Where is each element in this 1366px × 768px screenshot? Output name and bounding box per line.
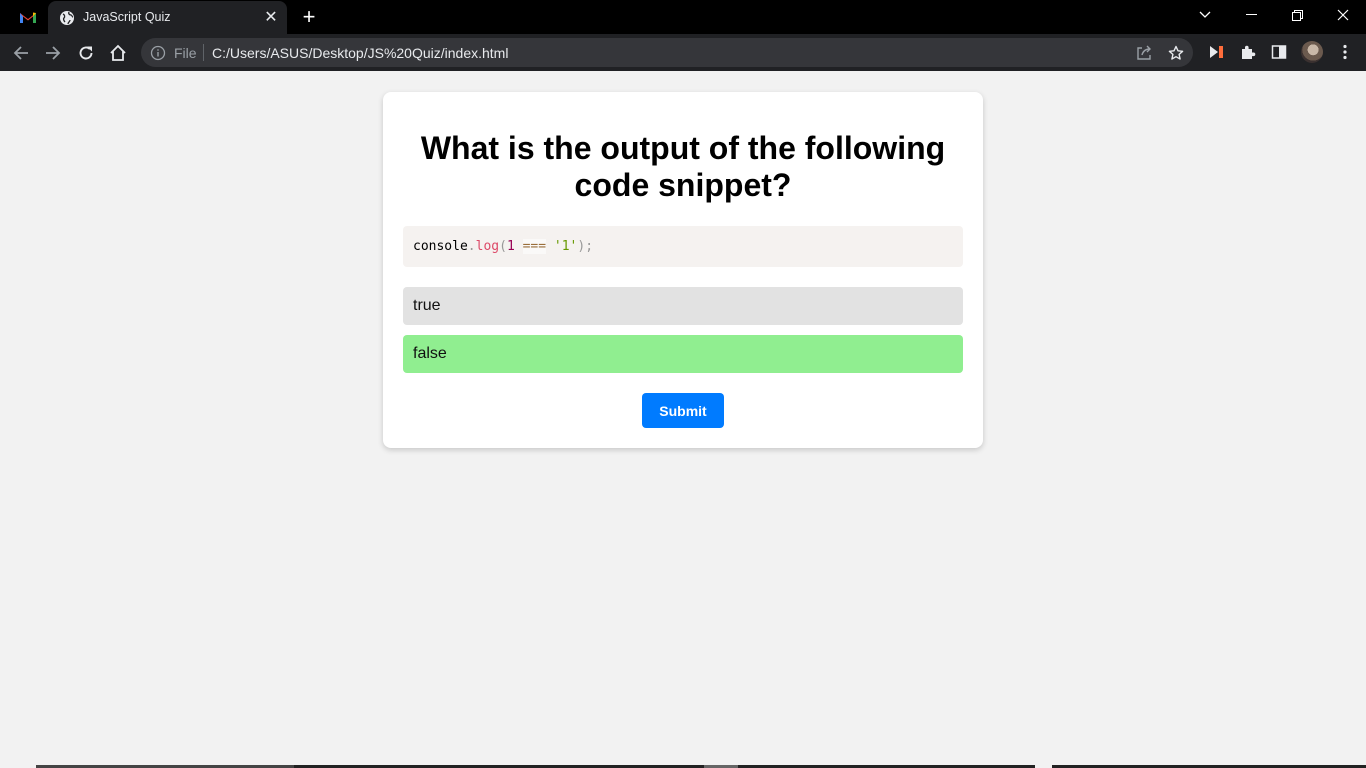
restore-icon[interactable] <box>1274 0 1320 30</box>
gmail-icon <box>20 12 36 23</box>
forward-button[interactable] <box>40 40 66 66</box>
minimize-icon[interactable] <box>1228 0 1274 30</box>
puzzle-icon[interactable] <box>1237 41 1259 63</box>
menu-icon[interactable] <box>1334 41 1356 63</box>
side-panel-icon[interactable] <box>1268 41 1290 63</box>
tab-strip: JavaScript Quiz ✕ + <box>0 0 1366 34</box>
code-function: log <box>475 239 500 254</box>
code-snippet: console.log(1 === '1'); <box>403 226 963 267</box>
code-close: ); <box>577 239 594 254</box>
scheme-label: File <box>174 45 197 61</box>
new-tab-button[interactable]: + <box>298 6 320 28</box>
info-icon[interactable] <box>150 45 166 61</box>
url-text[interactable]: C:/Users/ASUS/Desktop/JS%20Quiz/index.ht… <box>212 45 508 61</box>
forward-icon <box>46 46 61 60</box>
pinned-tab-gmail[interactable] <box>10 6 46 28</box>
option-true[interactable]: true <box>403 287 963 325</box>
home-icon <box>110 44 126 61</box>
reload-icon <box>79 46 93 60</box>
option-false-selected[interactable]: false <box>403 335 963 373</box>
code-dot: . <box>467 239 476 254</box>
tab-javascript-quiz[interactable]: JavaScript Quiz ✕ <box>48 1 287 34</box>
close-window-icon[interactable] <box>1320 0 1366 30</box>
question-title: What is the output of the following code… <box>420 130 946 203</box>
code-object: console <box>413 239 468 254</box>
reload-button[interactable] <box>73 40 99 66</box>
code-number: 1 <box>506 239 515 254</box>
back-button[interactable] <box>8 40 34 66</box>
submit-button[interactable]: Submit <box>642 393 724 428</box>
bookmark-star-icon[interactable] <box>1166 43 1186 63</box>
close-tab-icon[interactable]: ✕ <box>262 9 280 27</box>
browser-toolbar: File C:/Users/ASUS/Desktop/JS%20Quiz/ind… <box>0 34 1366 71</box>
quiz-card: What is the output of the following code… <box>383 92 983 448</box>
avatar[interactable] <box>1301 41 1323 63</box>
globe-icon <box>60 11 74 25</box>
home-button[interactable] <box>105 40 131 66</box>
code-operator: === <box>522 239 547 254</box>
code-string: '1' <box>553 239 578 254</box>
back-icon <box>13 46 28 60</box>
extension-icon[interactable] <box>1205 41 1227 63</box>
address-separator <box>203 44 204 61</box>
address-bar[interactable]: File C:/Users/ASUS/Desktop/JS%20Quiz/ind… <box>141 38 1193 67</box>
tab-title: JavaScript Quiz <box>83 10 171 24</box>
share-icon[interactable] <box>1134 43 1154 63</box>
tab-search-icon[interactable] <box>1182 0 1228 30</box>
code-open-paren: ( <box>499 239 507 254</box>
